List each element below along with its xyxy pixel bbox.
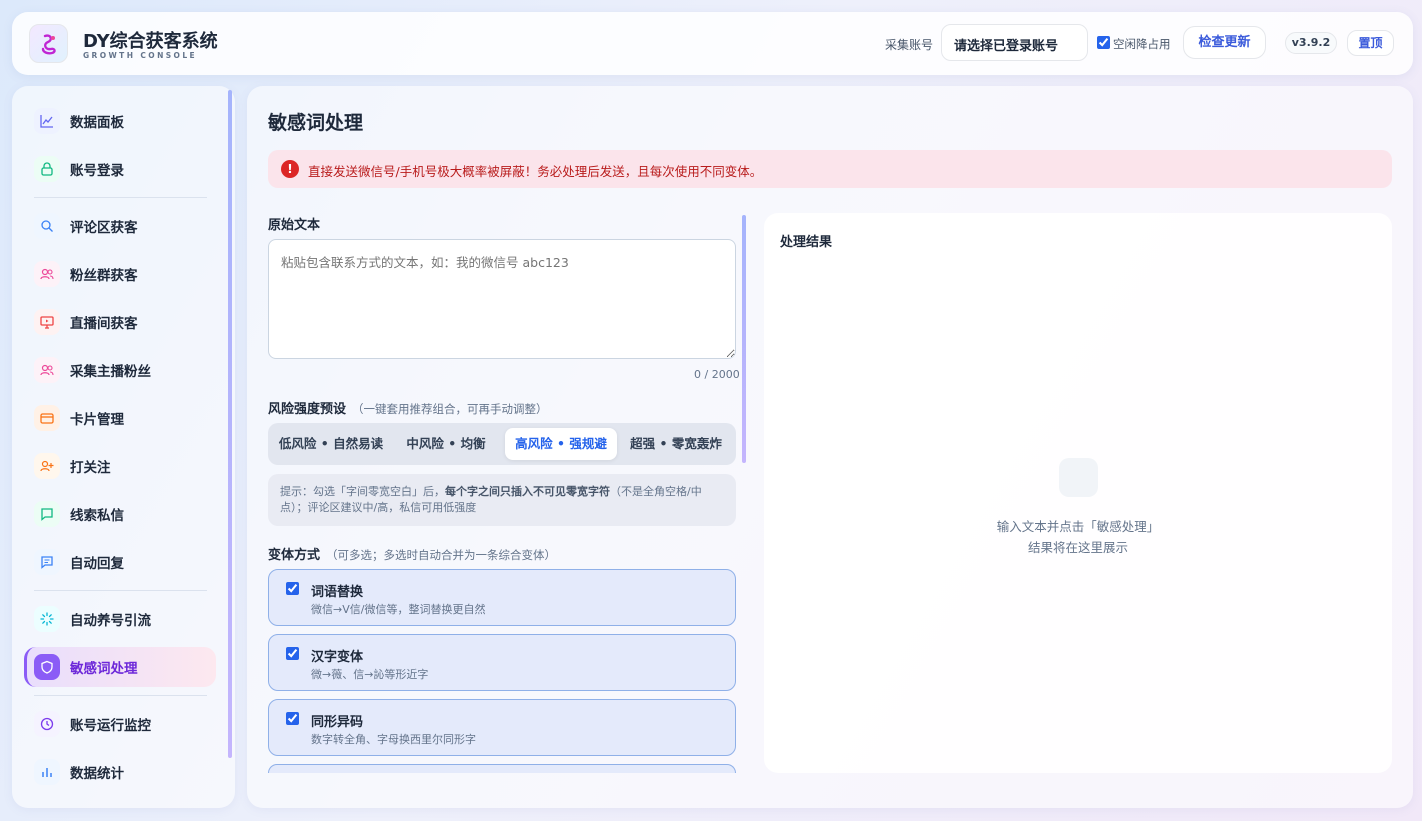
preset-medium-button[interactable]: 中风险 • 均衡 <box>390 428 502 460</box>
version-badge: v3.9.2 <box>1285 32 1337 54</box>
reply-icon <box>34 549 60 575</box>
sidebar-item-fan-group[interactable]: 粉丝群获客 <box>24 254 216 294</box>
message-icon <box>34 501 60 527</box>
sidebar-divider <box>34 197 207 198</box>
result-panel: 处理结果 输入文本并点击「敏感处理」 结果将在这里展示 <box>764 213 1392 773</box>
sidebar-divider <box>34 695 207 696</box>
user-plus-icon <box>34 453 60 479</box>
idle-checkbox[interactable] <box>1097 36 1110 49</box>
sidebar-item-label: 数据面板 <box>70 115 124 131</box>
alert-text: 直接发送微信号/手机号极大概率被屏蔽！务必处理后发送，且每次使用不同变体。 <box>308 164 763 179</box>
top-header: DY综合获客系统 GROWTH CONSOLE 采集账号 请选择已登录账号 空闲… <box>12 12 1413 75</box>
sidebar-item-label: 卡片管理 <box>70 412 124 428</box>
sidebar-item-login[interactable]: 账号登录 <box>24 149 216 189</box>
form-scrollbar[interactable] <box>742 215 746 463</box>
original-text-label: 原始文本 <box>268 218 321 233</box>
chart-line-icon <box>34 108 60 134</box>
users-icon <box>34 261 60 287</box>
tip-prefix: 提示：勾选「字间零宽空白」后， <box>280 485 445 498</box>
shield-icon <box>34 654 60 680</box>
preset-high-button[interactable]: 高风险 • 强规避 <box>505 428 617 460</box>
option-title: 同形异码 <box>311 715 364 730</box>
option-desc: 数字转全角、字母换西里尔同形字 <box>311 733 476 746</box>
sidebar-item-anchor-fans[interactable]: 采集主播粉丝 <box>24 350 216 390</box>
sidebar-item-auto-reply[interactable]: 自动回复 <box>24 542 216 582</box>
bar-chart-icon <box>34 759 60 785</box>
sidebar-item-monitor[interactable]: 账号运行监控 <box>24 704 216 744</box>
sidebar-item-comments[interactable]: 评论区获客 <box>24 206 216 246</box>
preset-low-button[interactable]: 低风险 • 自然易读 <box>272 428 390 460</box>
preset-label-text: 风险强度预设 <box>268 402 347 417</box>
variant-option-partial[interactable] <box>268 764 736 773</box>
sidebar-item-label: 粉丝群获客 <box>70 268 138 284</box>
option-checkbox[interactable] <box>286 712 299 725</box>
option-desc: 微信→V信/微信等，整词替换更自然 <box>311 603 486 616</box>
sidebar-item-label: 直播间获客 <box>70 316 138 332</box>
sidebar-item-follow[interactable]: 打关注 <box>24 446 216 486</box>
sidebar-item-sensitive-words[interactable]: 敏感词处理 <box>24 647 216 687</box>
sidebar-item-label: 线索私信 <box>70 508 124 524</box>
spinner-icon <box>34 606 60 632</box>
option-desc: 微→薇、信→訫等形近字 <box>311 668 429 681</box>
sidebar-item-leads-dm[interactable]: 线索私信 <box>24 494 216 534</box>
sidebar-item-label: 评论区获客 <box>70 220 138 236</box>
tip-box: 提示：勾选「字间零宽空白」后，每个字之间只插入不可见零宽字符（不是全角空格/中点… <box>268 474 736 526</box>
pin-top-button[interactable]: 置顶 <box>1347 30 1394 56</box>
original-text-input[interactable] <box>268 239 736 359</box>
monitor-icon <box>34 309 60 335</box>
sidebar-item-statistics[interactable]: 数据统计 <box>24 752 216 792</box>
sidebar-item-label: 账号运行监控 <box>70 718 151 734</box>
result-title: 处理结果 <box>780 235 833 250</box>
app-logo <box>29 24 68 63</box>
risk-preset-selector: 低风险 • 自然易读 中风险 • 均衡 高风险 • 强规避 超强 • 零宽轰炸 <box>268 423 736 465</box>
tip-bold: 每个字之间只插入不可见零宽字符 <box>445 485 610 498</box>
char-counter: 0 / 2000 <box>694 368 740 381</box>
option-checkbox[interactable] <box>286 582 299 595</box>
account-label: 采集账号 <box>885 38 934 52</box>
logo-icon <box>41 33 56 54</box>
alert-icon: ! <box>281 160 299 178</box>
sidebar-divider <box>34 590 207 591</box>
sidebar-item-label: 数据统计 <box>70 766 124 782</box>
empty-state-line1: 输入文本并点击「敏感处理」 <box>996 519 1160 534</box>
sidebar-item-live-room[interactable]: 直播间获客 <box>24 302 216 342</box>
lock-icon <box>34 156 60 182</box>
warning-alert: ! 直接发送微信号/手机号极大概率被屏蔽！务必处理后发送，且每次使用不同变体。 <box>268 150 1392 188</box>
variant-option-char-variant[interactable]: 汉字变体 微→薇、信→訫等形近字 <box>268 634 736 691</box>
app-subtitle: GROWTH CONSOLE <box>83 51 198 60</box>
sidebar-item-label: 采集主播粉丝 <box>70 364 151 380</box>
preset-extreme-button[interactable]: 超强 • 零宽轰炸 <box>620 428 732 460</box>
page-title: 敏感词处理 <box>268 112 364 134</box>
check-update-button[interactable]: 检查更新 <box>1183 26 1266 59</box>
search-icon <box>34 213 60 239</box>
sidebar-item-auto-nurture[interactable]: 自动养号引流 <box>24 599 216 639</box>
sidebar-item-label: 自动养号引流 <box>70 613 151 629</box>
variant-option-word-replace[interactable]: 词语替换 微信→V信/微信等，整词替换更自然 <box>268 569 736 626</box>
empty-state-line2: 结果将在这里展示 <box>1027 540 1128 555</box>
card-icon <box>34 405 60 431</box>
sidebar-item-dashboard[interactable]: 数据面板 <box>24 101 216 141</box>
empty-state-icon <box>1059 458 1098 497</box>
option-title: 词语替换 <box>311 585 364 600</box>
clock-icon <box>34 711 60 737</box>
sidebar-item-label: 自动回复 <box>70 556 124 572</box>
users-icon <box>34 357 60 383</box>
option-title: 汉字变体 <box>311 650 364 665</box>
sidebar: 数据面板 账号登录 评论区获客 粉丝群获客 直播间获客 采集主播粉丝 卡片管理 … <box>12 86 235 808</box>
option-checkbox[interactable] <box>286 647 299 660</box>
idle-label: 空闲降占用 <box>1113 37 1171 51</box>
preset-hint: （一键套用推荐组合，可再手动调整） <box>352 402 548 416</box>
sidebar-item-label: 打关注 <box>70 460 111 476</box>
app-title: DY综合获客系统 <box>83 31 218 52</box>
sidebar-item-label: 账号登录 <box>70 163 124 179</box>
variant-label-text: 变体方式 <box>268 548 321 563</box>
sidebar-scrollbar[interactable] <box>228 90 232 758</box>
sidebar-item-cards[interactable]: 卡片管理 <box>24 398 216 438</box>
preset-label: 风险强度预设 （一键套用推荐组合，可再手动调整） <box>268 398 548 417</box>
variant-option-homoglyph[interactable]: 同形异码 数字转全角、字母换西里尔同形字 <box>268 699 736 756</box>
variant-label: 变体方式 （可多选；多选时自动合并为一条综合变体） <box>268 544 556 563</box>
variant-hint: （可多选；多选时自动合并为一条综合变体） <box>326 548 557 562</box>
account-select[interactable]: 请选择已登录账号 <box>941 24 1088 61</box>
sidebar-item-label: 敏感词处理 <box>70 661 138 677</box>
